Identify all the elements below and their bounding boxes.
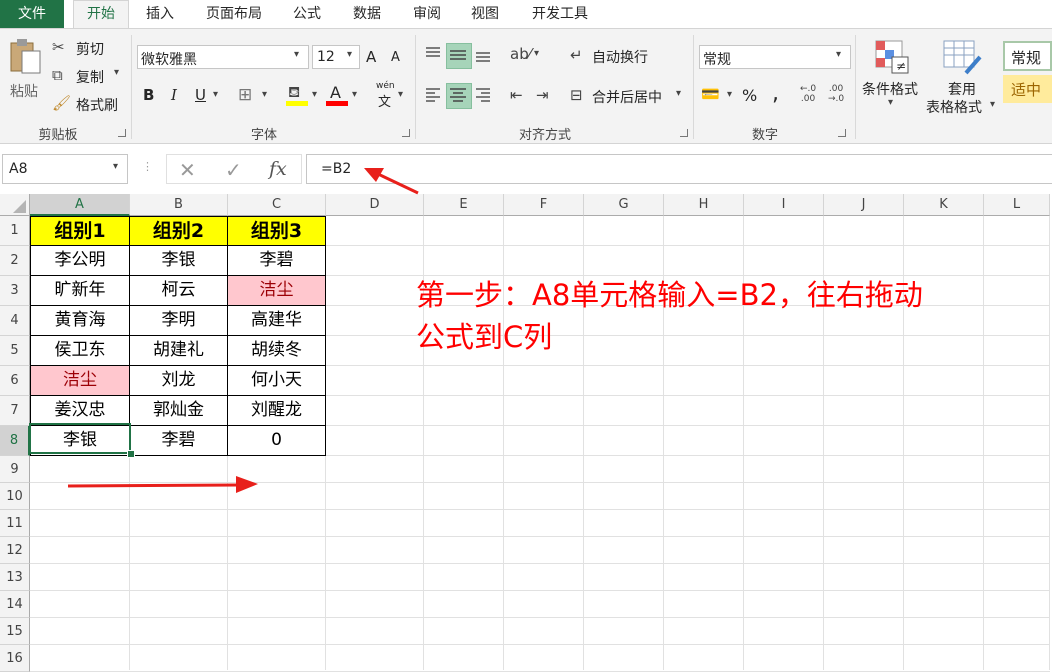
arrow-to-formula-icon [364, 168, 419, 195]
arrow-drag-right-icon [67, 476, 258, 493]
annotation-arrows [67, 168, 419, 493]
